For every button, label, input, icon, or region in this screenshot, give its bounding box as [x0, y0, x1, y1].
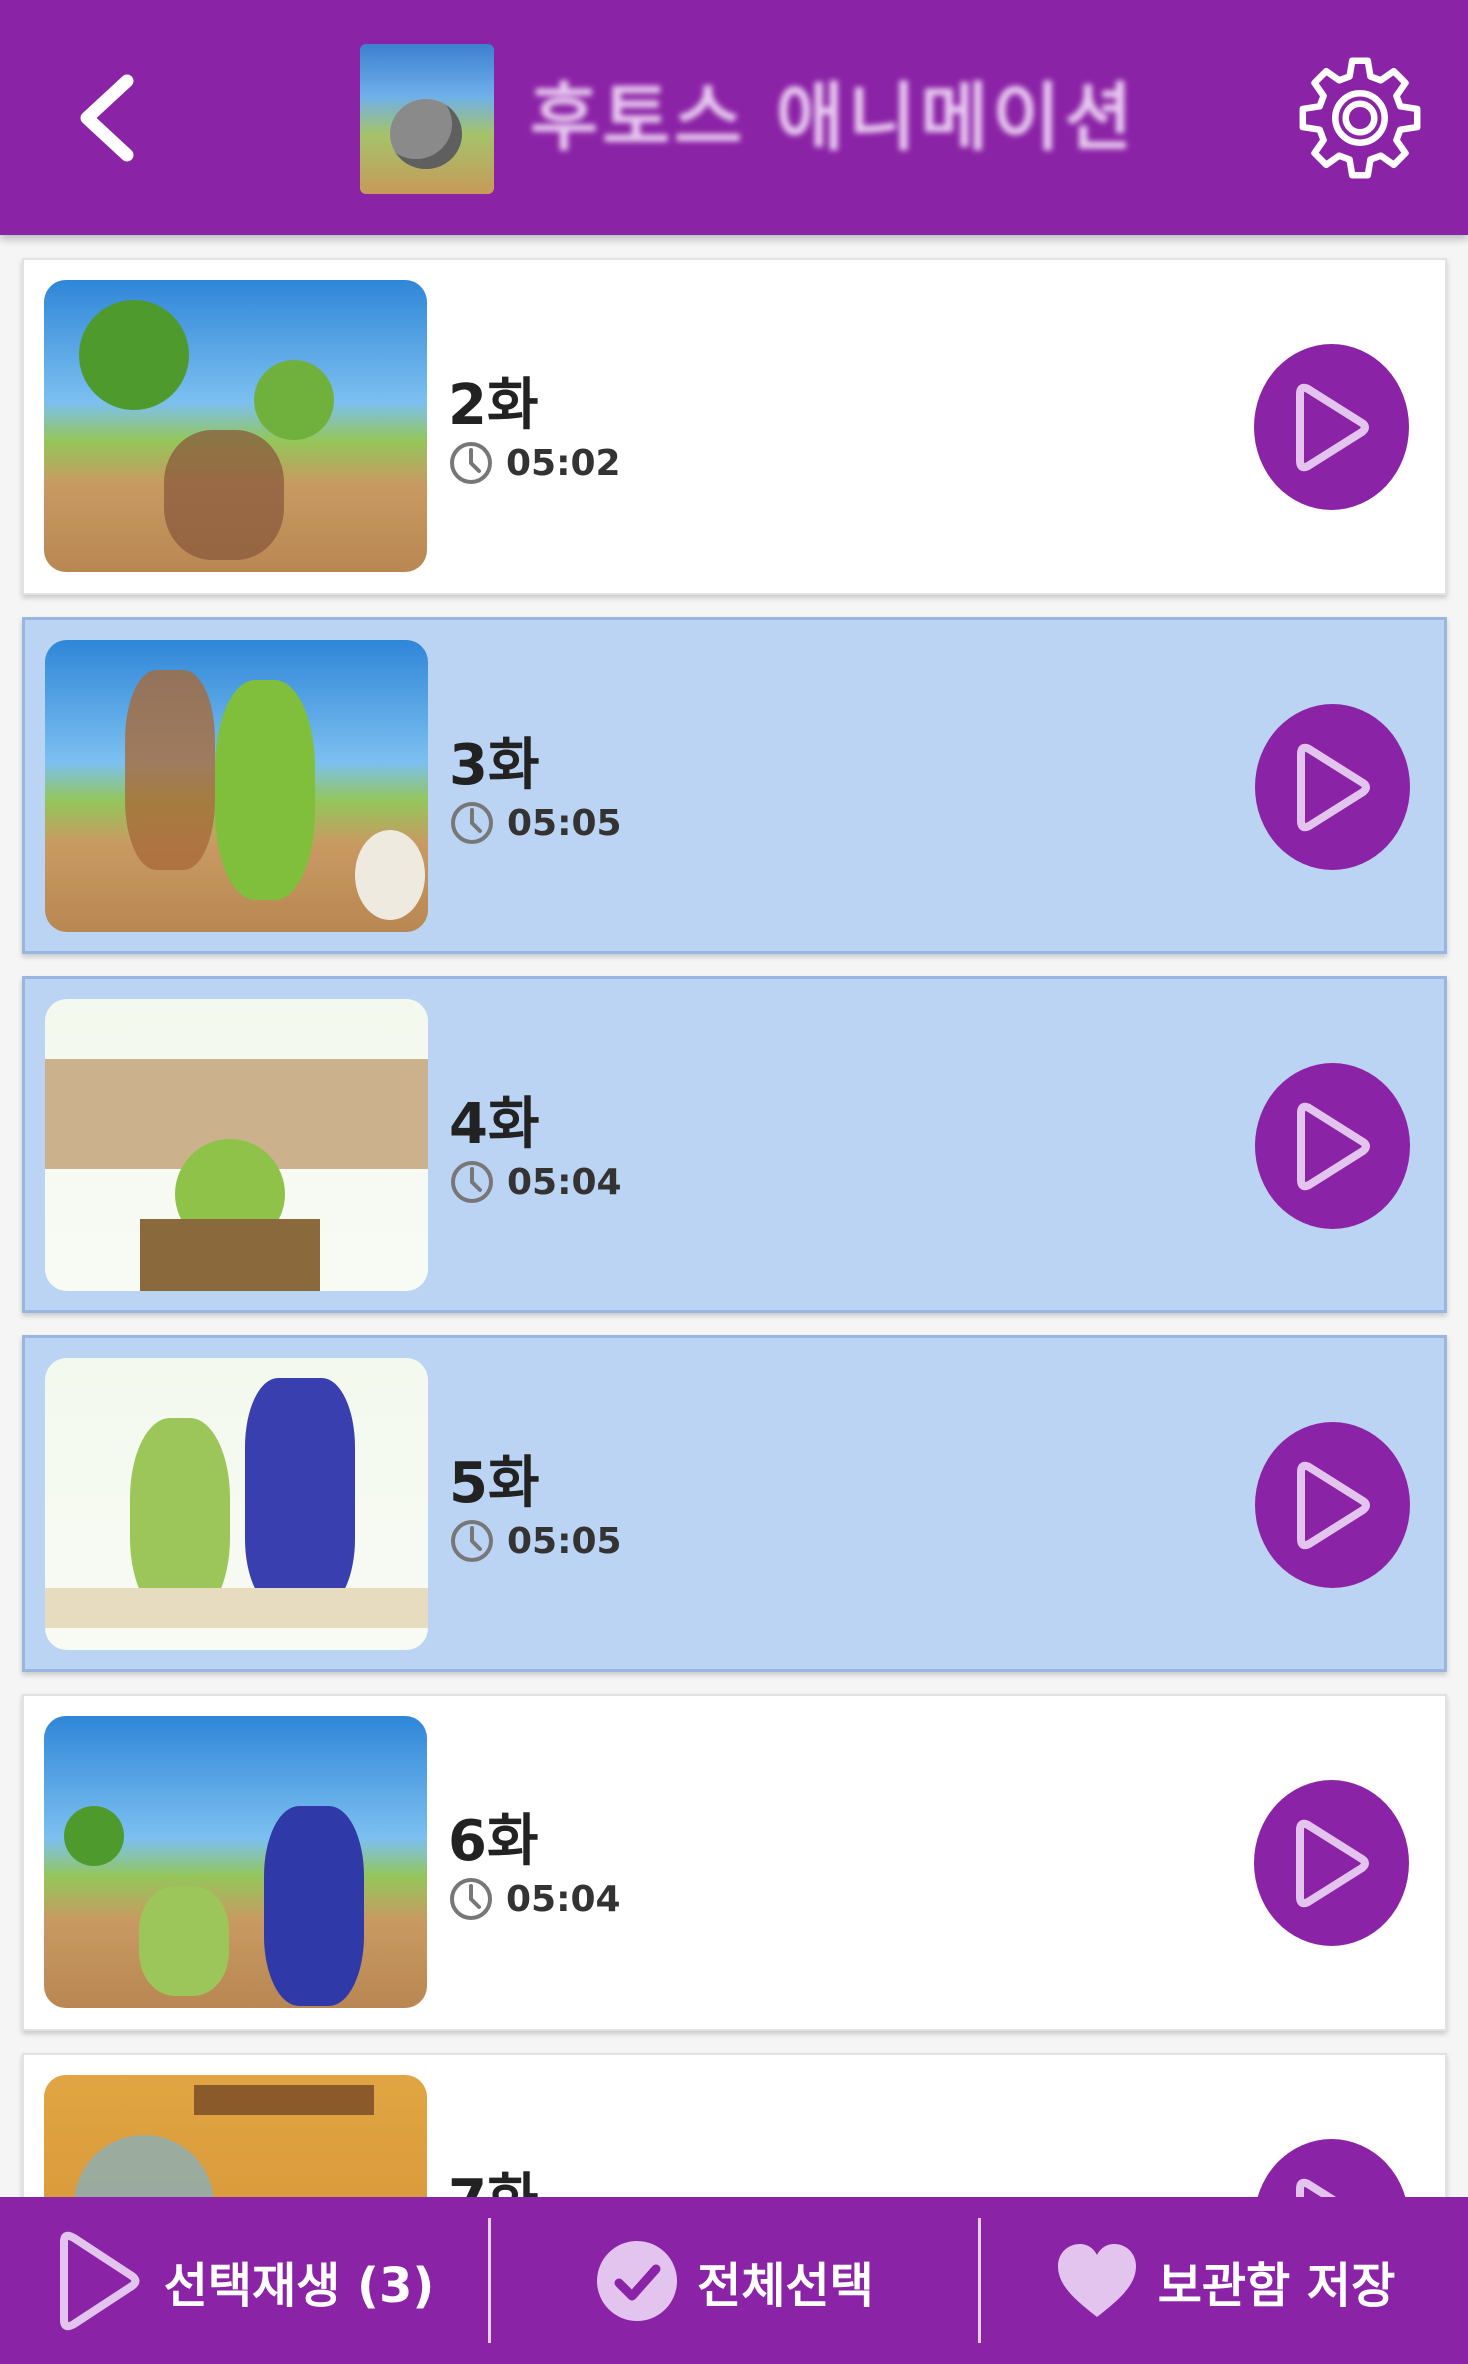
episode-duration: 05:05 [449, 800, 622, 846]
play-selected-button[interactable]: 선택재생 (3) [0, 2197, 488, 2364]
episode-title: 5화 [449, 1451, 540, 1516]
clock-icon [451, 802, 493, 844]
duration-text: 05:02 [506, 442, 621, 484]
play-icon [1296, 383, 1369, 471]
clock-icon [450, 1878, 492, 1920]
select-all-button[interactable]: 전체선택 [491, 2197, 978, 2364]
episode-thumbnail [44, 280, 427, 572]
episode-duration: 05:02 [448, 440, 621, 486]
app-header: 후토스 애니메이션 [0, 0, 1468, 235]
save-to-storage-button[interactable]: 보관함 저장 [981, 2197, 1468, 2364]
episode-duration: 05:05 [449, 1518, 622, 1564]
play-icon [1297, 743, 1370, 831]
duration-text: 05:05 [507, 1520, 622, 1562]
play-icon [1297, 1461, 1370, 1549]
heart-icon [1057, 2243, 1136, 2317]
episode-duration: 05:04 [448, 1876, 621, 1922]
episode-title: 4화 [449, 1092, 540, 1157]
clock-icon [450, 442, 492, 484]
play-icon [1296, 1819, 1369, 1907]
gear-icon [1299, 57, 1421, 178]
duration-text: 05:05 [507, 802, 622, 844]
play-button[interactable] [1255, 704, 1410, 870]
chevron-left-icon [80, 74, 134, 161]
page-title: 후토스 애니메이션 [530, 75, 1137, 161]
play-button[interactable] [1254, 344, 1409, 510]
save-label: 보관함 저장 [1157, 2257, 1396, 2314]
duration-text: 05:04 [507, 1161, 622, 1203]
episode-item[interactable]: 4화 05:04 [22, 976, 1447, 1313]
episode-title: 6화 [448, 1809, 539, 1874]
back-button[interactable] [52, 60, 162, 175]
episode-item[interactable]: 5화 05:05 [22, 1335, 1447, 1672]
play-button[interactable] [1255, 1063, 1410, 1229]
play-icon [1297, 1102, 1370, 1190]
episode-item[interactable]: 2화 05:02 [22, 258, 1447, 595]
episode-title: 2화 [448, 373, 539, 438]
play-outline-icon [59, 2231, 140, 2330]
play-selected-label: 선택재생 (3) [163, 2257, 435, 2314]
episode-thumbnail [45, 999, 428, 1291]
episode-item[interactable]: 3화 05:05 [22, 617, 1447, 954]
play-button[interactable] [1254, 1780, 1409, 1946]
clock-icon [451, 1520, 493, 1562]
episode-item[interactable]: 6화 05:04 [22, 1694, 1447, 2031]
clock-icon [451, 1161, 493, 1203]
channel-thumbnail [360, 44, 494, 194]
play-button[interactable] [1255, 1422, 1410, 1588]
check-circle-icon [597, 2240, 678, 2321]
episode-thumbnail [45, 640, 428, 932]
episode-title: 3화 [449, 733, 540, 798]
select-all-label: 전체선택 [697, 2257, 874, 2314]
episode-thumbnail [44, 1716, 427, 2008]
episode-list: 2화 05:02 3화 05:05 4화 05:04 5화 05:05 6화 0… [22, 258, 1447, 2364]
bottom-action-bar: 선택재생 (3) 전체선택 보관함 저장 [0, 2197, 1468, 2364]
settings-button[interactable] [1290, 45, 1430, 190]
duration-text: 05:04 [506, 1878, 621, 1920]
episode-duration: 05:04 [449, 1159, 622, 1205]
episode-thumbnail [45, 1358, 428, 1650]
